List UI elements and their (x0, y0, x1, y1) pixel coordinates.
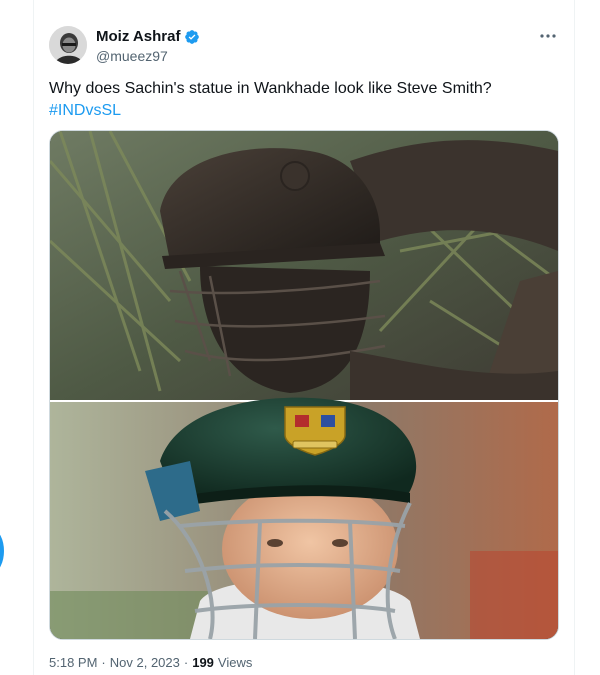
tweet-time[interactable]: 5:18 PM (49, 655, 97, 670)
tweet-card[interactable]: Moiz Ashraf @mueez97 Why does Sachin's s… (34, 0, 574, 675)
avatar[interactable] (49, 26, 87, 64)
hashtag-link[interactable]: #INDvsSL (49, 102, 121, 119)
verified-badge-icon (184, 29, 200, 45)
tweet-media[interactable] (49, 130, 559, 640)
author-display-name[interactable]: Moiz Ashraf (96, 28, 180, 45)
author-name-row: Moiz Ashraf (96, 28, 200, 45)
statue-image (50, 131, 558, 401)
views-count: 199 (192, 655, 214, 670)
tweet-meta: 5:18 PM · Nov 2, 2023 · 199 Views (49, 655, 252, 670)
more-horizontal-icon[interactable] (538, 28, 558, 44)
cricketer-image (50, 397, 558, 639)
tweet-text: Why does Sachin's statue in Wankhade loo… (49, 78, 559, 122)
timeline-border-right (574, 0, 575, 675)
floating-action-button-edge[interactable] (0, 530, 4, 572)
media-composite-image (50, 131, 558, 639)
meta-separator: · (101, 655, 106, 670)
author-handle[interactable]: @mueez97 (96, 48, 168, 64)
avatar-image (49, 26, 87, 64)
meta-separator: · (183, 655, 189, 670)
views-label: Views (217, 655, 253, 670)
tweet-body: Why does Sachin's statue in Wankhade loo… (49, 80, 492, 97)
tweet-date[interactable]: Nov 2, 2023 (110, 655, 180, 670)
